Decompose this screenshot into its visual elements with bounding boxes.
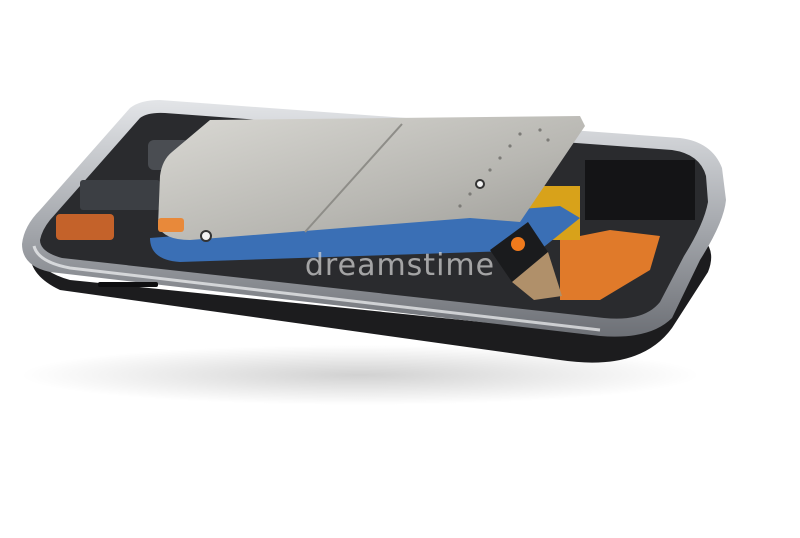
phone-illustration — [20, 100, 726, 405]
volume-button — [98, 282, 158, 287]
dark-battery-area — [585, 160, 695, 220]
connector-sticker — [511, 237, 525, 251]
shield-screw-right — [475, 179, 485, 189]
orange-sticker — [158, 218, 184, 232]
left-orange-part — [56, 214, 114, 240]
left-connector — [80, 180, 160, 210]
shield-screw-left — [200, 230, 212, 242]
photo-scene: dreamstime — [0, 0, 800, 533]
